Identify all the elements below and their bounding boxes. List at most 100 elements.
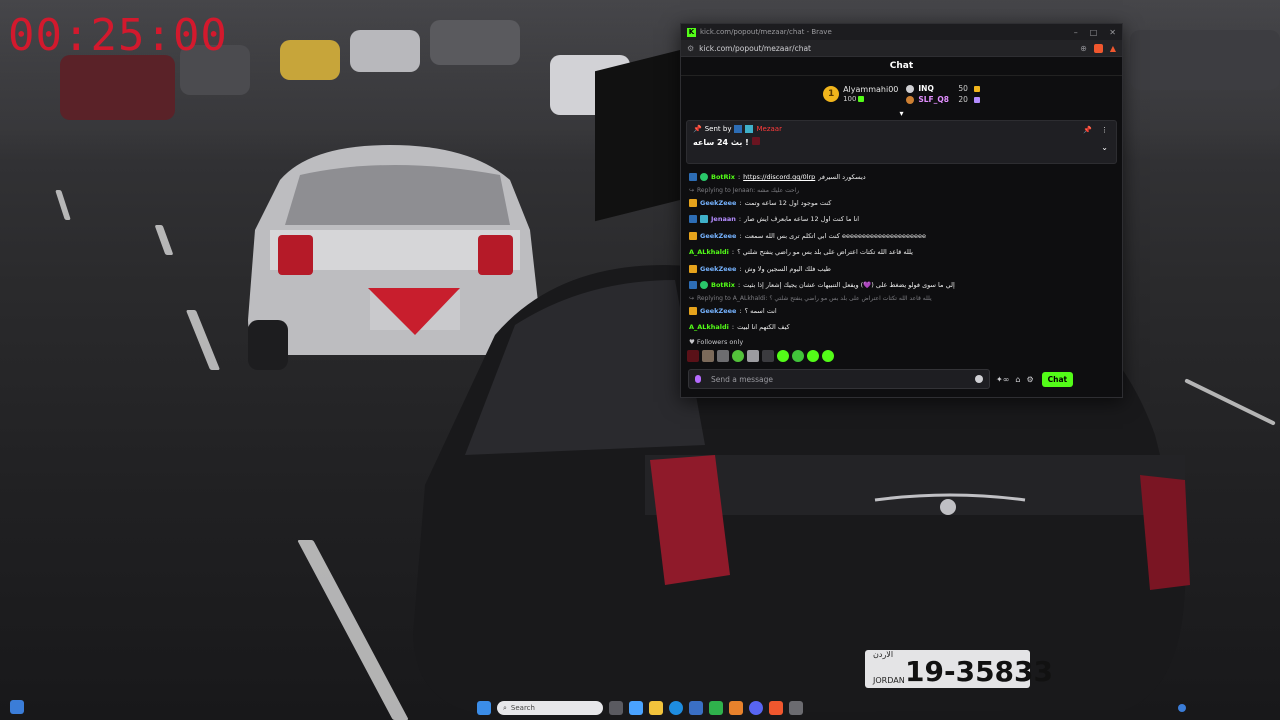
taskbar: ⌕ Search bbox=[0, 696, 1280, 720]
gift-icon bbox=[973, 85, 980, 92]
gifter-third[interactable]: SLF_Q8 20 bbox=[906, 95, 980, 104]
emote-icon[interactable] bbox=[822, 350, 834, 362]
settings-icon[interactable]: ⚙ bbox=[1026, 375, 1033, 384]
kicks-icon[interactable]: ✦∞ bbox=[996, 375, 1009, 384]
brave-icon[interactable] bbox=[769, 701, 783, 715]
plate-region-text: الاردن bbox=[873, 650, 893, 659]
url-text[interactable]: kick.com/popout/mezaar/chat bbox=[699, 44, 811, 53]
zoom-icon[interactable]: ⊕ bbox=[1080, 44, 1087, 53]
window-title: kick.com/popout/mezaar/chat - Brave bbox=[700, 28, 832, 36]
background-car bbox=[280, 40, 340, 80]
gift-icon bbox=[858, 96, 865, 102]
unpin-icon[interactable]: 📌 bbox=[1083, 126, 1092, 134]
chat-username[interactable]: GeekZeee bbox=[700, 307, 736, 315]
store-app-icon[interactable] bbox=[689, 701, 703, 715]
moderator-badge-icon bbox=[734, 125, 743, 133]
emote-icon[interactable] bbox=[747, 350, 759, 362]
start-menu-icon[interactable] bbox=[477, 701, 491, 715]
file-explorer-icon[interactable] bbox=[649, 701, 663, 715]
rank-silver-icon bbox=[906, 84, 915, 93]
gifter-name: SLF_Q8 bbox=[918, 95, 950, 104]
minimize-icon[interactable]: – bbox=[1074, 28, 1078, 37]
app-icon[interactable] bbox=[729, 701, 743, 715]
gifter-second[interactable]: INQ 50 bbox=[906, 84, 980, 93]
chat-message[interactable]: BotRix: إلي ما سوى فولو يضغط على (💜) ويف… bbox=[689, 277, 1109, 294]
expand-pinned-icon[interactable]: ⌄ bbox=[1101, 143, 1108, 152]
discord-link[interactable]: https://discord.gg/0lrp bbox=[743, 173, 815, 181]
brave-shield-icon[interactable] bbox=[1093, 43, 1103, 53]
chat-username[interactable]: A_ALkhaldi bbox=[689, 323, 729, 331]
road-marking bbox=[297, 540, 409, 720]
emote-icon[interactable] bbox=[807, 350, 819, 362]
chat-message[interactable]: BotRix: https://discord.gg/0lrp ديسكورد … bbox=[689, 169, 1109, 186]
emote-icon[interactable] bbox=[717, 350, 729, 362]
tray-notification-icon[interactable] bbox=[1178, 704, 1186, 712]
gifter-first[interactable]: 1 Alyammahi00 100 bbox=[823, 85, 898, 103]
site-info-icon[interactable]: ⚙ bbox=[687, 44, 694, 53]
chat-message[interactable]: GeekZeee: انت اسمه ؟ bbox=[689, 303, 1109, 320]
maximize-icon[interactable]: □ bbox=[1090, 28, 1098, 37]
send-chat-button[interactable]: Chat bbox=[1041, 371, 1074, 387]
search-icon: ⌕ bbox=[503, 703, 507, 712]
taskbar-search[interactable]: ⌕ Search bbox=[497, 701, 603, 715]
chat-message[interactable]: GeekZeee: كنت ابي اتكلم ترى بس الله سمعت… bbox=[689, 228, 1109, 245]
store-icon[interactable]: ⌂ bbox=[1015, 375, 1020, 384]
chat-username[interactable]: Jenaan bbox=[711, 215, 736, 223]
road-marking bbox=[154, 225, 174, 255]
chat-text: كنت موجود اول 12 ساعه وتمت bbox=[744, 198, 832, 207]
background-car bbox=[350, 30, 420, 72]
emote-icon[interactable] bbox=[702, 350, 714, 362]
chat-message[interactable]: Jenaan: انا ما كنت اول 12 ساعه مابعرف اي… bbox=[689, 211, 1109, 228]
pinned-text: بث 24 ساعه ! bbox=[693, 138, 749, 147]
chat-text: انا ما كنت اول 12 ساعه مابعرف ايش صار bbox=[744, 215, 860, 224]
emote-icon[interactable] bbox=[777, 350, 789, 362]
chat-message[interactable]: A_ALkhaldi: كيف الكتهم انا لبيت bbox=[689, 319, 1109, 336]
chat-text: ديسكورد السيرفر bbox=[818, 173, 866, 182]
pinned-sender[interactable]: Mezaar bbox=[756, 125, 781, 133]
chat-username[interactable]: A_ALkhaldi bbox=[689, 248, 729, 256]
reply-context[interactable]: ↪ Replying to A_ALkhaldi: يلله قاعد الله… bbox=[689, 294, 1109, 303]
og-badge-icon bbox=[689, 306, 697, 315]
road-marking bbox=[1184, 378, 1276, 426]
emote-icon[interactable] bbox=[762, 350, 774, 362]
discord-icon[interactable] bbox=[749, 701, 763, 715]
chat-message[interactable]: GeekZeee: طيب فلك اليوم السجين ولا وش bbox=[689, 261, 1109, 278]
pinned-message[interactable]: 📌 Sent by Mezaar بث 24 ساعه ! 📌 ⋮ ⌄ bbox=[686, 120, 1117, 164]
chat-text: إلي ما سوى فولو يضغط على (💜) ويفعل التنب… bbox=[743, 281, 955, 290]
emote-icon[interactable] bbox=[732, 350, 744, 362]
chat-text: يلله قاعد الله تكتات اعتراض على بلد بس م… bbox=[737, 248, 913, 257]
task-view-icon[interactable] bbox=[609, 701, 623, 715]
message-input[interactable]: Send a message bbox=[688, 369, 990, 389]
reply-context[interactable]: ↪ Replying to Jenaan: راحت عليك مشه bbox=[689, 186, 1109, 195]
copilot-icon[interactable] bbox=[629, 701, 643, 715]
top-gifters: 1 Alyammahi00 100 INQ 50 SLF_Q8 20 bbox=[681, 76, 1122, 110]
chat-username[interactable]: BotRix bbox=[711, 173, 735, 181]
collapse-gifters-icon[interactable]: ▾ bbox=[681, 110, 1122, 118]
reply-arrow-icon: ↪ bbox=[689, 294, 695, 302]
emote-icon[interactable] bbox=[792, 350, 804, 362]
og-badge-icon bbox=[689, 198, 697, 207]
gifter-name: INQ bbox=[918, 84, 934, 93]
emoji-picker-icon[interactable] bbox=[975, 375, 983, 383]
window-controls: – □ ✕ bbox=[1074, 28, 1116, 37]
xbox-icon[interactable] bbox=[709, 701, 723, 715]
chat-username[interactable]: GeekZeee bbox=[700, 232, 736, 240]
bot-badge-icon bbox=[700, 281, 708, 290]
chat-message[interactable]: GeekZeee: كنت موجود اول 12 ساعه وتمت bbox=[689, 195, 1109, 212]
address-bar[interactable]: ⚙ kick.com/popout/mezaar/chat ⊕ ▲ bbox=[681, 40, 1122, 57]
close-icon[interactable]: ✕ bbox=[1109, 28, 1116, 37]
chat-username[interactable]: BotRix bbox=[711, 281, 735, 289]
license-plate-number: 19-35833 bbox=[905, 655, 1053, 688]
gifter-count: 20 bbox=[958, 95, 968, 104]
emote-icon[interactable] bbox=[687, 350, 699, 362]
edge-icon[interactable] bbox=[669, 701, 683, 715]
more-options-icon[interactable]: ⋮ bbox=[1101, 126, 1108, 134]
microphone-icon[interactable] bbox=[695, 375, 701, 383]
chat-message[interactable]: A_ALkhaldi: يلله قاعد الله تكتات اعتراض … bbox=[689, 244, 1109, 261]
chat-username[interactable]: GeekZeee bbox=[700, 199, 736, 207]
window-titlebar[interactable]: K kick.com/popout/mezaar/chat - Brave – … bbox=[681, 24, 1122, 40]
obs-icon[interactable] bbox=[789, 701, 803, 715]
chat-username[interactable]: GeekZeee bbox=[700, 265, 736, 273]
flag bbox=[595, 48, 685, 222]
rewards-icon[interactable]: ▲ bbox=[1110, 44, 1116, 53]
